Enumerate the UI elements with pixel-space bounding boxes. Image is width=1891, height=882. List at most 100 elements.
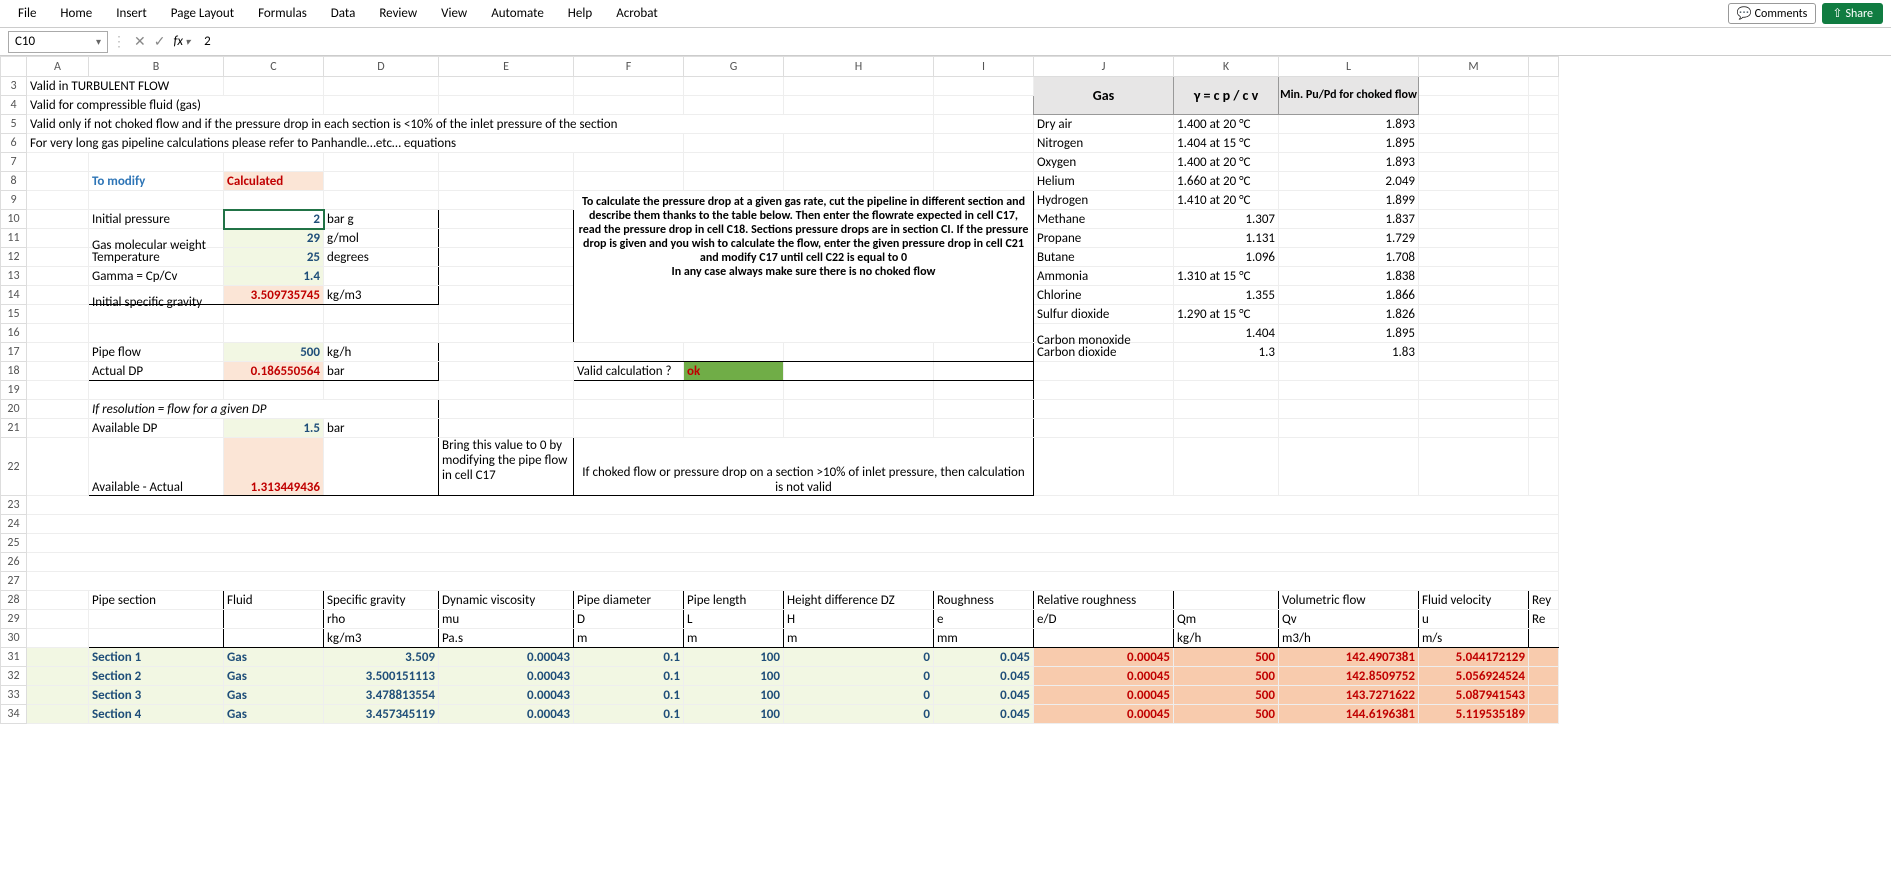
cell[interactable]: 1.410 at 20 °C xyxy=(1174,191,1279,210)
cell[interactable]: 143.7271622 xyxy=(1279,686,1419,705)
cell[interactable]: u xyxy=(1419,610,1529,629)
cell[interactable]: 500 xyxy=(1174,648,1279,667)
cell[interactable]: 1.290 at 15 °C xyxy=(1174,305,1279,324)
cell[interactable]: Temperature xyxy=(89,248,224,267)
cell[interactable]: 0 xyxy=(784,705,934,724)
cell[interactable]: g/mol xyxy=(324,229,439,248)
cell[interactable]: Carbon dioxide xyxy=(1034,343,1174,362)
cell[interactable]: 0.1 xyxy=(574,705,684,724)
row-header[interactable]: 14 xyxy=(1,286,27,305)
cell[interactable]: Ammonia xyxy=(1034,267,1174,286)
cell[interactable]: Specific gravity xyxy=(324,591,439,610)
select-all-corner[interactable] xyxy=(1,57,27,77)
cell[interactable]: m xyxy=(574,629,684,648)
row-header[interactable]: 22 xyxy=(1,438,27,496)
cell[interactable]: Oxygen xyxy=(1034,153,1174,172)
cell[interactable]: 100 xyxy=(684,705,784,724)
row-header[interactable]: 5 xyxy=(1,115,27,134)
cell[interactable]: 5.056924524 xyxy=(1419,667,1529,686)
row-header[interactable]: 8 xyxy=(1,172,27,191)
cell[interactable]: kg/m3 xyxy=(324,629,439,648)
spreadsheet-grid[interactable]: A B C D E F G H I J K L M 3 Valid in TUR… xyxy=(0,56,1559,724)
cell[interactable]: 1.729 xyxy=(1279,229,1419,248)
row-header[interactable]: 20 xyxy=(1,400,27,419)
fx-icon[interactable]: fx▾ xyxy=(169,34,194,49)
cell[interactable]: Available DP xyxy=(89,419,224,438)
cell[interactable]: 1.307 xyxy=(1174,210,1279,229)
cell[interactable]: 3.509 xyxy=(324,648,439,667)
cell[interactable]: degrees xyxy=(324,248,439,267)
row-header[interactable]: 23 xyxy=(1,496,27,515)
cell[interactable]: 1.5 xyxy=(224,419,324,438)
cell[interactable]: e xyxy=(934,610,1034,629)
row-header[interactable]: 26 xyxy=(1,553,27,572)
cell[interactable]: Initial pressure xyxy=(89,210,224,229)
cell[interactable]: Gas xyxy=(224,705,324,724)
col-header[interactable]: A xyxy=(27,57,89,77)
cell[interactable]: Valid for compressible fluid (gas) xyxy=(27,96,324,115)
cell[interactable]: Pipe length xyxy=(684,591,784,610)
cell[interactable]: bar xyxy=(324,362,439,381)
cell[interactable]: Hydrogen xyxy=(1034,191,1174,210)
cell[interactable]: Helium xyxy=(1034,172,1174,191)
cell[interactable]: 1.899 xyxy=(1279,191,1419,210)
row-header[interactable]: 9 xyxy=(1,191,27,210)
cell[interactable]: 0.00043 xyxy=(439,667,574,686)
cell[interactable]: Available - Actual xyxy=(89,438,224,496)
cell[interactable]: 25 xyxy=(224,248,324,267)
cell[interactable]: 29 xyxy=(224,229,324,248)
cell[interactable]: 0.1 xyxy=(574,667,684,686)
cell[interactable]: 2.049 xyxy=(1279,172,1419,191)
row-header[interactable]: 7 xyxy=(1,153,27,172)
cell[interactable]: 1.404 xyxy=(1174,324,1279,343)
formula-input[interactable]: 2 xyxy=(194,34,1891,49)
row-header[interactable]: 21 xyxy=(1,419,27,438)
col-header[interactable]: K xyxy=(1174,57,1279,77)
cell[interactable]: Initial specific gravity xyxy=(89,286,224,305)
cell[interactable]: 1.83 xyxy=(1279,343,1419,362)
cell[interactable]: 500 xyxy=(1174,705,1279,724)
col-header[interactable]: E xyxy=(439,57,574,77)
cell[interactable]: kg/m3 xyxy=(324,286,439,305)
cell[interactable]: Valid calculation ? xyxy=(574,362,684,381)
cell[interactable]: 0.00045 xyxy=(1034,667,1174,686)
row-header[interactable]: 27 xyxy=(1,572,27,591)
tab-page-layout[interactable]: Page Layout xyxy=(161,3,244,24)
cell[interactable]: Section 1 xyxy=(89,648,224,667)
row-header[interactable]: 28 xyxy=(1,591,27,610)
cell[interactable]: Relative roughness xyxy=(1034,591,1174,610)
cell[interactable]: Carbon monoxide xyxy=(1034,324,1174,343)
cell[interactable]: 1.895 xyxy=(1279,134,1419,153)
accept-icon[interactable]: ✓ xyxy=(150,33,170,50)
row-header[interactable]: 17 xyxy=(1,343,27,362)
row-header[interactable]: 12 xyxy=(1,248,27,267)
row-header[interactable]: 32 xyxy=(1,667,27,686)
cell[interactable] xyxy=(224,77,324,96)
cell[interactable]: Gas xyxy=(224,648,324,667)
cell[interactable]: bar xyxy=(324,419,439,438)
cell[interactable]: mu xyxy=(439,610,574,629)
cell[interactable]: For very long gas pipeline calculations … xyxy=(27,134,684,153)
cell[interactable]: Qm xyxy=(1174,610,1279,629)
cell[interactable]: Section 3 xyxy=(89,686,224,705)
cell[interactable]: kg/h xyxy=(324,343,439,362)
cell[interactable]: Gas molecular weight xyxy=(89,229,224,248)
row-header[interactable]: 11 xyxy=(1,229,27,248)
cell[interactable]: mm xyxy=(934,629,1034,648)
col-header[interactable]: C xyxy=(224,57,324,77)
cell[interactable]: 500 xyxy=(224,343,324,362)
row-header[interactable]: 34 xyxy=(1,705,27,724)
cell[interactable]: 0.1 xyxy=(574,648,684,667)
cell[interactable]: Propane xyxy=(1034,229,1174,248)
cell[interactable]: Sulfur dioxide xyxy=(1034,305,1174,324)
cell[interactable]: 142.4907381 xyxy=(1279,648,1419,667)
col-header[interactable] xyxy=(1529,57,1559,77)
cell[interactable]: Pipe diameter xyxy=(574,591,684,610)
tab-file[interactable]: File xyxy=(8,3,46,24)
cell[interactable]: Valid in TURBULENT FLOW xyxy=(27,77,224,96)
tab-data[interactable]: Data xyxy=(321,3,366,24)
col-header[interactable]: B xyxy=(89,57,224,77)
row-header[interactable]: 18 xyxy=(1,362,27,381)
cell[interactable]: D xyxy=(574,610,684,629)
cell[interactable]: 0.045 xyxy=(934,705,1034,724)
